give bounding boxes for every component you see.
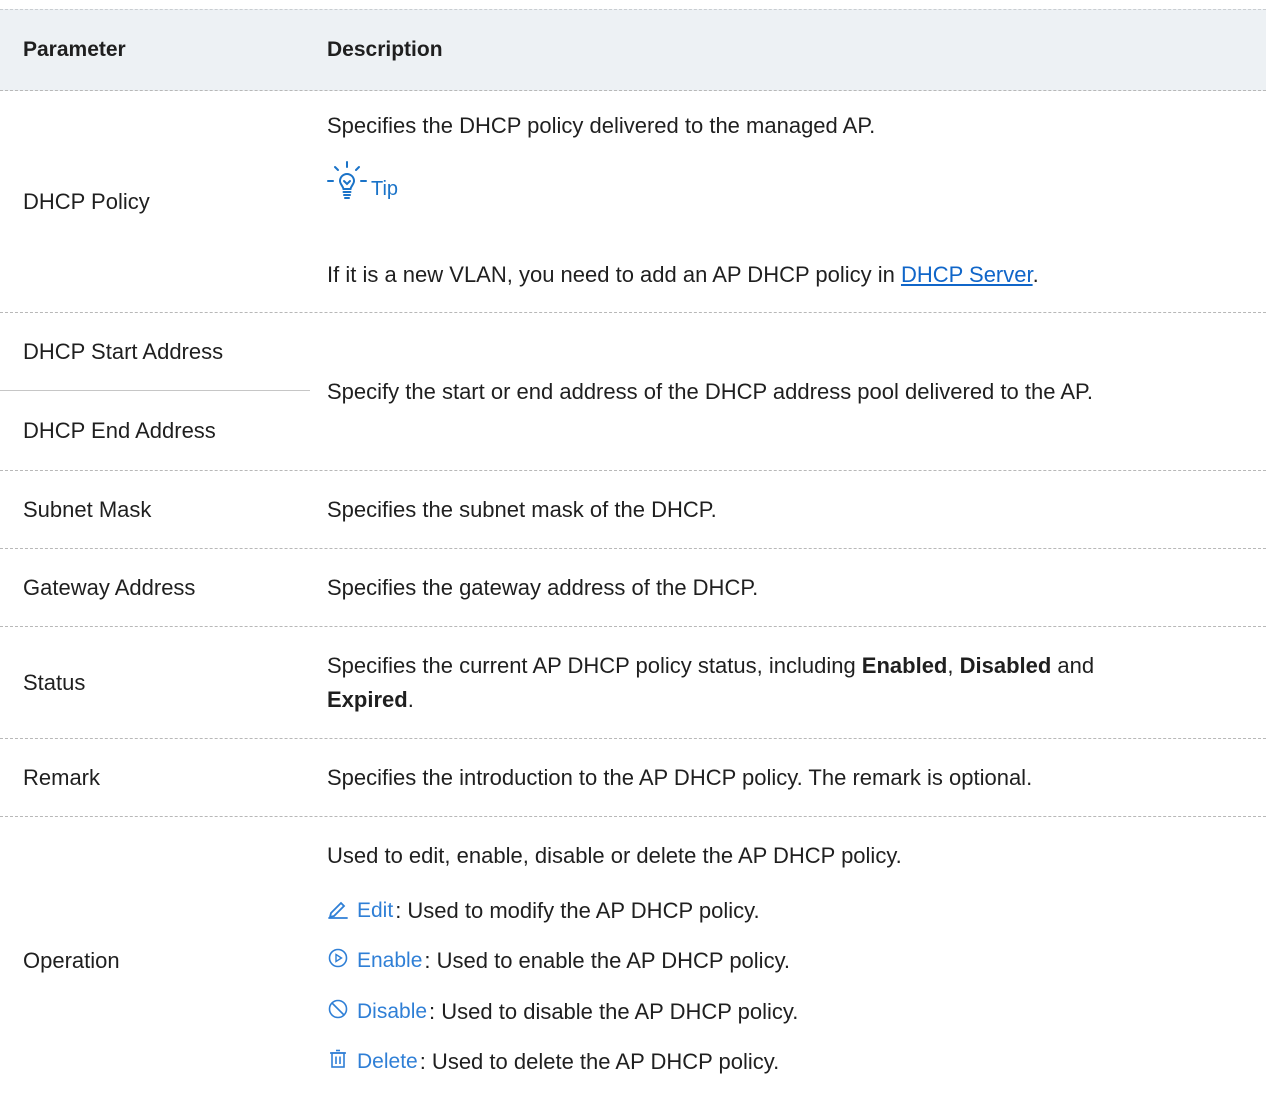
status-period: . [407, 686, 414, 712]
tip-callout: Tip [327, 161, 1246, 207]
parameter-table: Parameter Description DHCP Policy Specif… [0, 9, 1266, 1097]
edit-label: Edit [357, 899, 394, 922]
desc-remark: Specifies the introduction to the AP DHC… [327, 764, 1033, 790]
param-dhcp-end-address: DHCP End Address [23, 417, 216, 443]
table-row: DHCP Start Address DHCP End Address Spec… [0, 313, 1266, 471]
table-row: Gateway Address Specifies the gateway ad… [0, 549, 1266, 627]
desc-status: Specifies the current AP DHCP policy sta… [327, 627, 1246, 738]
tip-label: Tip [371, 178, 399, 200]
param-operation: Operation [23, 948, 120, 973]
status-separator: , [947, 652, 960, 678]
table-row: Status Specifies the current AP DHCP pol… [0, 627, 1266, 739]
table-header: Parameter Description [0, 9, 1266, 91]
header-description: Description [327, 38, 443, 61]
table-row: Operation Used to edit, enable, disable … [0, 817, 1266, 1097]
desc-operation: Used to edit, enable, disable or delete … [327, 843, 902, 868]
desc-dhcp-policy-note: If it is a new VLAN, you need to add an … [327, 262, 1246, 288]
delete-desc: : Used to delete the AP DHCP policy. [419, 1049, 780, 1074]
dhcp-server-link[interactable]: DHCP Server [901, 262, 1033, 287]
play-circle-icon [327, 947, 357, 975]
desc-dhcp-range: Specify the start or end address of the … [327, 378, 1093, 404]
trash-icon [327, 1048, 357, 1076]
param-subnet-mask: Subnet Mask [23, 496, 152, 522]
note-text: If it is a new VLAN, you need to add an … [327, 262, 901, 287]
disable-line: Disable : Used to disable the AP DHCP po… [327, 998, 1246, 1032]
start-address-subrow: DHCP Start Address [0, 313, 310, 391]
status-and: and [1051, 652, 1095, 678]
pencil-icon [327, 897, 357, 925]
enable-desc: : Used to enable the AP DHCP policy. [424, 948, 791, 973]
edit-button[interactable]: Edit [327, 897, 393, 925]
status-disabled-term: Disabled [959, 652, 1052, 678]
param-gateway-address: Gateway Address [23, 574, 196, 600]
delete-line: Delete : Used to delete the AP DHCP poli… [327, 1048, 1246, 1082]
table-row: Subnet Mask Specifies the subnet mask of… [0, 471, 1266, 549]
param-remark: Remark [23, 764, 101, 790]
header-parameter: Parameter [23, 38, 126, 61]
desc-dhcp-policy: Specifies the DHCP policy delivered to t… [327, 113, 876, 138]
edit-line: Edit : Used to modify the AP DHCP policy… [327, 897, 1246, 931]
edit-desc: : Used to modify the AP DHCP policy. [395, 898, 760, 923]
disable-desc: : Used to disable the AP DHCP policy. [429, 999, 799, 1024]
delete-label: Delete [357, 1050, 418, 1073]
note-period: . [1032, 262, 1039, 287]
status-expired-term: Expired [327, 686, 408, 712]
lightbulb-icon [327, 161, 367, 207]
desc-subnet-mask: Specifies the subnet mask of the DHCP. [327, 496, 717, 522]
table-row: Remark Specifies the introduction to the… [0, 739, 1266, 817]
param-dhcp-policy: DHCP Policy [23, 188, 150, 214]
status-desc-text: Specifies the current AP DHCP policy sta… [327, 652, 862, 678]
enable-label: Enable [357, 949, 423, 972]
delete-button[interactable]: Delete [327, 1048, 418, 1076]
disable-button[interactable]: Disable [327, 998, 427, 1026]
param-dhcp-start-address: DHCP Start Address [23, 338, 224, 364]
prohibited-icon [327, 998, 357, 1026]
table-row: DHCP Policy Specifies the DHCP policy de… [0, 91, 1266, 313]
param-status: Status [23, 669, 86, 695]
desc-gateway-address: Specifies the gateway address of the DHC… [327, 574, 759, 600]
enable-button[interactable]: Enable [327, 947, 422, 975]
enable-line: Enable : Used to enable the AP DHCP poli… [327, 947, 1246, 981]
disable-label: Disable [357, 1000, 428, 1023]
status-enabled-term: Enabled [861, 652, 948, 678]
